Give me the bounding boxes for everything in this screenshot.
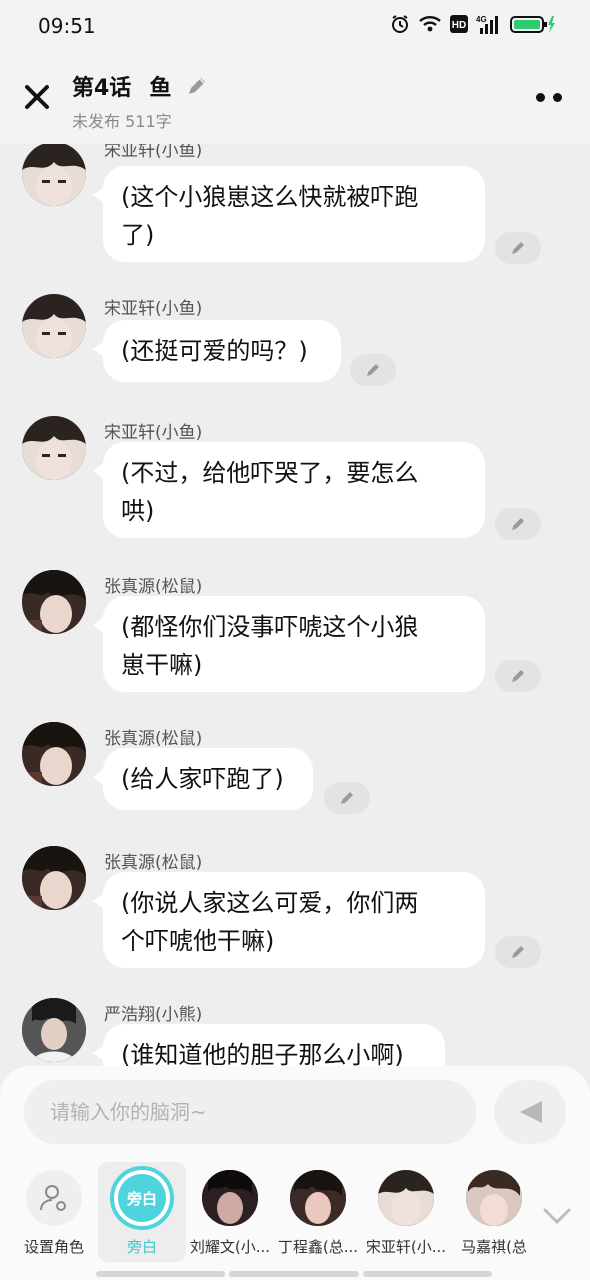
- scroll-indicator: [96, 1271, 492, 1277]
- pencil-icon: [367, 364, 379, 376]
- episode-title: 第4话: [72, 76, 132, 101]
- sender-name: 张真源(松鼠): [104, 729, 203, 749]
- pencil-icon[interactable]: [185, 74, 209, 98]
- narration-badge: 旁白: [118, 1174, 166, 1222]
- close-icon[interactable]: [20, 80, 54, 114]
- message-bubble[interactable]: (你说人家这么可爱，你们两 个吓唬他干嘛): [93, 872, 485, 968]
- role-avatar: [290, 1170, 346, 1226]
- set-role-button[interactable]: 设置角色: [10, 1162, 98, 1262]
- composer-panel: 请输入你的脑洞~ 设置角色 旁白 旁白 刘耀文(小... 丁程鑫(总... 宋亚…: [0, 1066, 590, 1280]
- edit-message-button[interactable]: [350, 354, 396, 386]
- send-icon: [520, 1101, 542, 1123]
- avatar[interactable]: [22, 722, 86, 786]
- title-row: 第4话 鱼: [72, 70, 209, 102]
- send-button[interactable]: [494, 1080, 566, 1144]
- svg-text:4G: 4G: [476, 15, 487, 24]
- role-item[interactable]: 马嘉祺(总: [450, 1162, 538, 1262]
- avatar[interactable]: [22, 998, 86, 1062]
- message-line: (给人家吓跑了): [121, 765, 284, 793]
- role-avatar: [202, 1170, 258, 1226]
- role-item[interactable]: 丁程鑫(总...: [274, 1162, 362, 1262]
- sender-name: 宋亚轩(小鱼): [104, 144, 203, 161]
- avatar[interactable]: [22, 294, 86, 358]
- edit-message-button[interactable]: [495, 936, 541, 968]
- sender-name: 宋亚轩(小鱼): [104, 299, 203, 319]
- edit-message-button[interactable]: [495, 660, 541, 692]
- narration-avatar: 旁白: [110, 1166, 174, 1230]
- message-line: (还挺可爱的吗？): [121, 337, 308, 365]
- message-line: (都怪你们没事吓唬这个小狼: [121, 613, 419, 641]
- message-line: 了): [121, 221, 155, 249]
- chevron-down-icon[interactable]: [542, 1206, 572, 1226]
- role-item[interactable]: 宋亚轩(小...: [362, 1162, 450, 1262]
- pencil-icon: [341, 792, 353, 804]
- hd-icon: HD: [450, 15, 468, 33]
- episode-meta: 未发布 511字: [72, 112, 172, 131]
- editor-header: 第4话 鱼 未发布 511字: [0, 52, 590, 144]
- message-bubble[interactable]: (给人家吓跑了): [93, 748, 313, 810]
- message-bubble[interactable]: (都怪你们没事吓唬这个小狼 崽干嘛): [93, 596, 485, 692]
- message-line: (你说人家这么可爱，你们两: [121, 889, 419, 917]
- message-line: (谁知道他的胆子那么小啊): [121, 1041, 404, 1066]
- sender-name: 张真源(松鼠): [104, 853, 203, 873]
- more-options-button[interactable]: [536, 88, 566, 106]
- role-label: 丁程鑫(总...: [277, 1238, 359, 1256]
- message-bubble[interactable]: (还挺可爱的吗？): [93, 320, 341, 382]
- role-label: 设置角色: [23, 1238, 84, 1256]
- avatar[interactable]: [22, 846, 86, 910]
- edit-message-button[interactable]: [495, 508, 541, 540]
- pencil-icon: [512, 946, 524, 958]
- message-bubble[interactable]: (不过，给他吓哭了，要怎么 哄): [93, 442, 485, 538]
- pencil-icon: [512, 518, 524, 530]
- role-item[interactable]: 刘耀文(小...: [186, 1162, 274, 1262]
- message-bubble[interactable]: (谁知道他的胆子那么小啊): [93, 1024, 445, 1066]
- avatar[interactable]: [22, 144, 86, 206]
- message-line: (不过，给他吓哭了，要怎么: [121, 459, 419, 487]
- role-narration[interactable]: 旁白 旁白: [98, 1162, 186, 1262]
- role-label: 马嘉祺(总: [461, 1238, 527, 1256]
- message-line: 崽干嘛): [121, 651, 203, 679]
- role-avatar: [466, 1170, 522, 1226]
- pencil-icon: [512, 670, 524, 682]
- svg-text:HD: HD: [452, 20, 466, 31]
- wifi-icon: [419, 16, 441, 32]
- pencil-icon: [512, 242, 524, 254]
- status-icons: HD 4G: [390, 14, 556, 34]
- edit-message-button[interactable]: [495, 232, 541, 264]
- person-gear-icon: [40, 1185, 66, 1211]
- story-input[interactable]: 请输入你的脑洞~: [24, 1080, 476, 1144]
- signal-4g-icon: 4G: [476, 15, 498, 34]
- edit-message-button[interactable]: [324, 782, 370, 814]
- battery-charging-icon: [510, 16, 555, 33]
- chat-list[interactable]: 宋亚轩(小鱼) (这个小狼崽这么快就被吓跑 了) 宋亚轩(小鱼) (还挺可爱的吗…: [0, 144, 590, 1066]
- message-line: 个吓唬他干嘛): [121, 927, 275, 955]
- status-time: 09:51: [38, 14, 96, 38]
- set-role-avatar: [26, 1170, 82, 1226]
- role-avatar: [378, 1170, 434, 1226]
- sender-name: 宋亚轩(小鱼): [104, 423, 203, 443]
- role-label: 旁白: [126, 1238, 157, 1256]
- role-selector: 设置角色 旁白 旁白 刘耀文(小... 丁程鑫(总... 宋亚轩(小... 马嘉…: [0, 1162, 590, 1272]
- sender-name: 严浩翔(小熊): [104, 1005, 203, 1025]
- message-line: (这个小狼崽这么快就被吓跑: [121, 183, 419, 211]
- avatar[interactable]: [22, 416, 86, 480]
- episode-name: 鱼: [149, 76, 172, 101]
- role-label: 刘耀文(小...: [189, 1238, 271, 1256]
- message-bubble[interactable]: (这个小狼崽这么快就被吓跑 了): [93, 166, 485, 262]
- avatar[interactable]: [22, 570, 86, 634]
- message-line: 哄): [121, 497, 155, 525]
- alarm-icon: [392, 15, 408, 33]
- status-bar: 09:51 HD 4G: [0, 0, 590, 52]
- role-label: 宋亚轩(小...: [365, 1238, 447, 1256]
- sender-name: 张真源(松鼠): [104, 577, 203, 597]
